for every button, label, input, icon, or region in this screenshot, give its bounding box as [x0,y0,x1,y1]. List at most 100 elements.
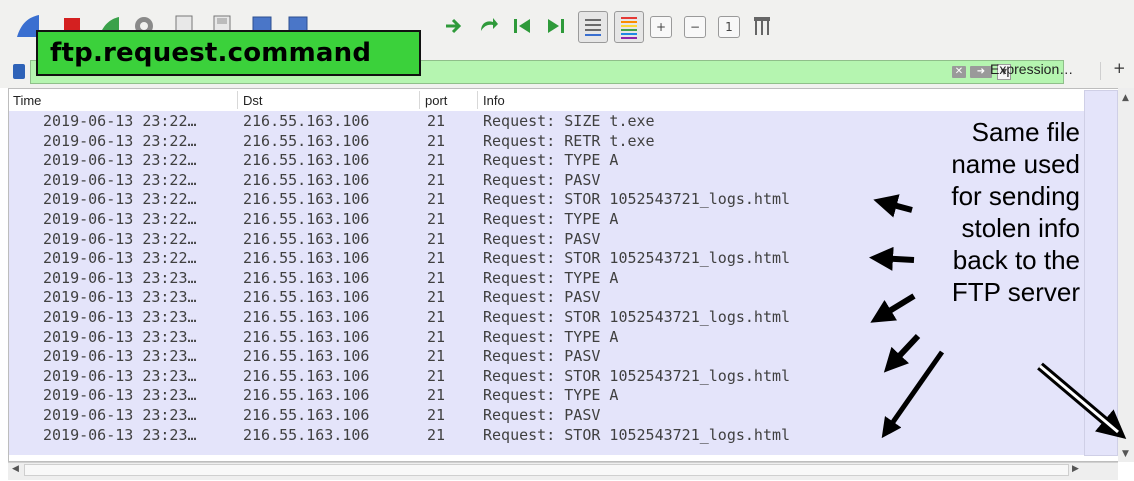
apply-filter-icon[interactable]: ➜ [970,66,992,78]
packet-time: 2019-06-13 23:23… [43,425,197,444]
packet-port: 21 [427,366,446,385]
scroll-left-icon[interactable]: ◀ [12,464,19,474]
packet-dst: 216.55.163.106 [243,425,370,444]
packet-time: 2019-06-13 23:23… [43,308,197,326]
packet-row[interactable]: 2019-06-13 23:23… 216.55.163.106 21 Request… [9,367,1087,386]
filter-callout-text: ftp.request.command [50,38,372,68]
packet-port: 21 [427,131,446,150]
first-packet-icon[interactable] [508,12,536,40]
horizontal-scroll-thumb[interactable] [24,464,1069,476]
packet-dst: 216.55.163.106 [243,327,370,346]
packet-row[interactable]: 2019-06-13 23:23… 216.55.163.106 21 Request… [9,386,1087,405]
packet-time: 2019-06-13 23:22… [43,170,197,189]
colorize-toggle[interactable] [614,11,644,43]
packet-info: Request: TYPE A [483,386,619,405]
column-header-time[interactable]: Time [13,93,41,108]
column-header-dst[interactable]: Dst [243,93,263,108]
packet-dst: 216.55.163.106 [243,190,370,209]
packet-port: 21 [427,425,446,444]
packet-info: Request: STOR 1052543721_logs.html [483,190,791,209]
annotation-line: FTP server [951,277,1080,307]
packet-port: 21 [427,406,446,424]
minimap-scroll-region[interactable] [1084,90,1118,456]
packet-port: 21 [427,190,446,209]
packet-time: 2019-06-13 23:22… [43,229,197,248]
scroll-right-icon[interactable]: ▶ [1072,464,1079,474]
packet-dst: 216.55.163.106 [243,112,370,130]
packet-dst: 216.55.163.106 [243,170,370,189]
expression-button[interactable]: Expression… [990,61,1073,77]
go-to-packet-icon[interactable] [474,12,502,40]
add-filter-button[interactable]: + [1113,59,1126,77]
column-header-info[interactable]: Info [483,93,505,108]
packet-dst: 216.55.163.106 [243,131,370,150]
normal-size-button[interactable]: 1 [718,16,740,38]
packet-port: 21 [427,210,446,228]
clear-filter-icon[interactable]: ✕ [952,66,966,78]
packet-dst: 216.55.163.106 [243,366,370,385]
packet-dst: 216.55.163.106 [243,406,370,424]
vertical-scrollbar[interactable] [1118,88,1134,462]
packet-port: 21 [427,327,446,346]
packet-time: 2019-06-13 23:23… [43,268,197,287]
filter-callout: ftp.request.command [36,30,421,76]
packet-info: Request: PASV [483,170,601,189]
packet-info: Request: TYPE A [483,210,619,228]
packet-port: 21 [427,249,446,268]
annotation-line: name used [951,149,1080,179]
packet-info: Request: STOR 1052543721_logs.html [483,366,791,385]
scroll-up-icon[interactable]: ▲ [1122,93,1129,103]
packet-info: Request: PASV [483,347,601,366]
column-header-port[interactable]: port [425,93,447,108]
packet-time: 2019-06-13 23:23… [43,406,197,424]
packet-info: Request: PASV [483,288,601,307]
packet-port: 21 [427,386,446,405]
packet-info: Request: TYPE A [483,268,619,287]
packet-info: Request: RETR t.exe [483,131,655,150]
go-forward-icon[interactable] [440,12,468,40]
filter-bookmark-icon[interactable] [13,64,25,79]
packet-row[interactable]: 2019-06-13 23:23… 216.55.163.106 21 Request… [9,328,1087,347]
annotation-line: Same file [971,117,1080,147]
packet-time: 2019-06-13 23:23… [43,347,197,366]
packet-time: 2019-06-13 23:23… [43,288,197,307]
packet-port: 21 [427,308,446,326]
packet-time: 2019-06-13 23:23… [43,366,197,385]
filter-bar-divider [1100,62,1101,80]
packet-time: 2019-06-13 23:22… [43,151,197,170]
packet-info: Request: STOR 1052543721_logs.html [483,425,791,444]
zoom-in-button[interactable]: + [650,16,672,38]
packet-info: Request: TYPE A [483,327,619,346]
packet-dst: 216.55.163.106 [243,347,370,366]
packet-dst: 216.55.163.106 [243,386,370,405]
packet-time: 2019-06-13 23:22… [43,210,197,228]
packet-time: 2019-06-13 23:22… [43,112,197,130]
packet-dst: 216.55.163.106 [243,268,370,287]
packet-dst: 216.55.163.106 [243,210,370,228]
packet-row[interactable]: 2019-06-13 23:23… 216.55.163.106 21 Request… [9,308,1087,327]
packet-list-header: Time Dst port Info [9,89,1087,112]
packet-time: 2019-06-13 23:23… [43,386,197,405]
packet-port: 21 [427,268,446,287]
packet-row[interactable]: 2019-06-13 23:23… 216.55.163.106 21 Request… [9,426,1087,445]
packet-time: 2019-06-13 23:23… [43,327,197,346]
scroll-down-icon[interactable]: ▼ [1122,449,1129,459]
auto-scroll-toggle[interactable] [578,11,608,43]
zoom-out-button[interactable]: − [684,16,706,38]
annotation-line: stolen info [961,213,1080,243]
resize-columns-icon[interactable] [748,12,776,40]
packet-row[interactable]: 2019-06-13 23:23… 216.55.163.106 21 Request… [9,347,1087,366]
packet-time: 2019-06-13 23:22… [43,249,197,268]
packet-dst: 216.55.163.106 [243,308,370,326]
packet-info: Request: SIZE t.exe [483,112,655,130]
packet-port: 21 [427,347,446,366]
packet-port: 21 [427,229,446,248]
last-packet-icon[interactable] [542,12,570,40]
packet-info: Request: PASV [483,229,601,248]
packet-dst: 216.55.163.106 [243,249,370,268]
packet-port: 21 [427,288,446,307]
packet-info: Request: TYPE A [483,151,619,170]
annotation-text: Same file name used for sending stolen i… [910,116,1080,308]
packet-row[interactable]: 2019-06-13 23:23… 216.55.163.106 21 Request… [9,406,1087,425]
packet-port: 21 [427,151,446,170]
